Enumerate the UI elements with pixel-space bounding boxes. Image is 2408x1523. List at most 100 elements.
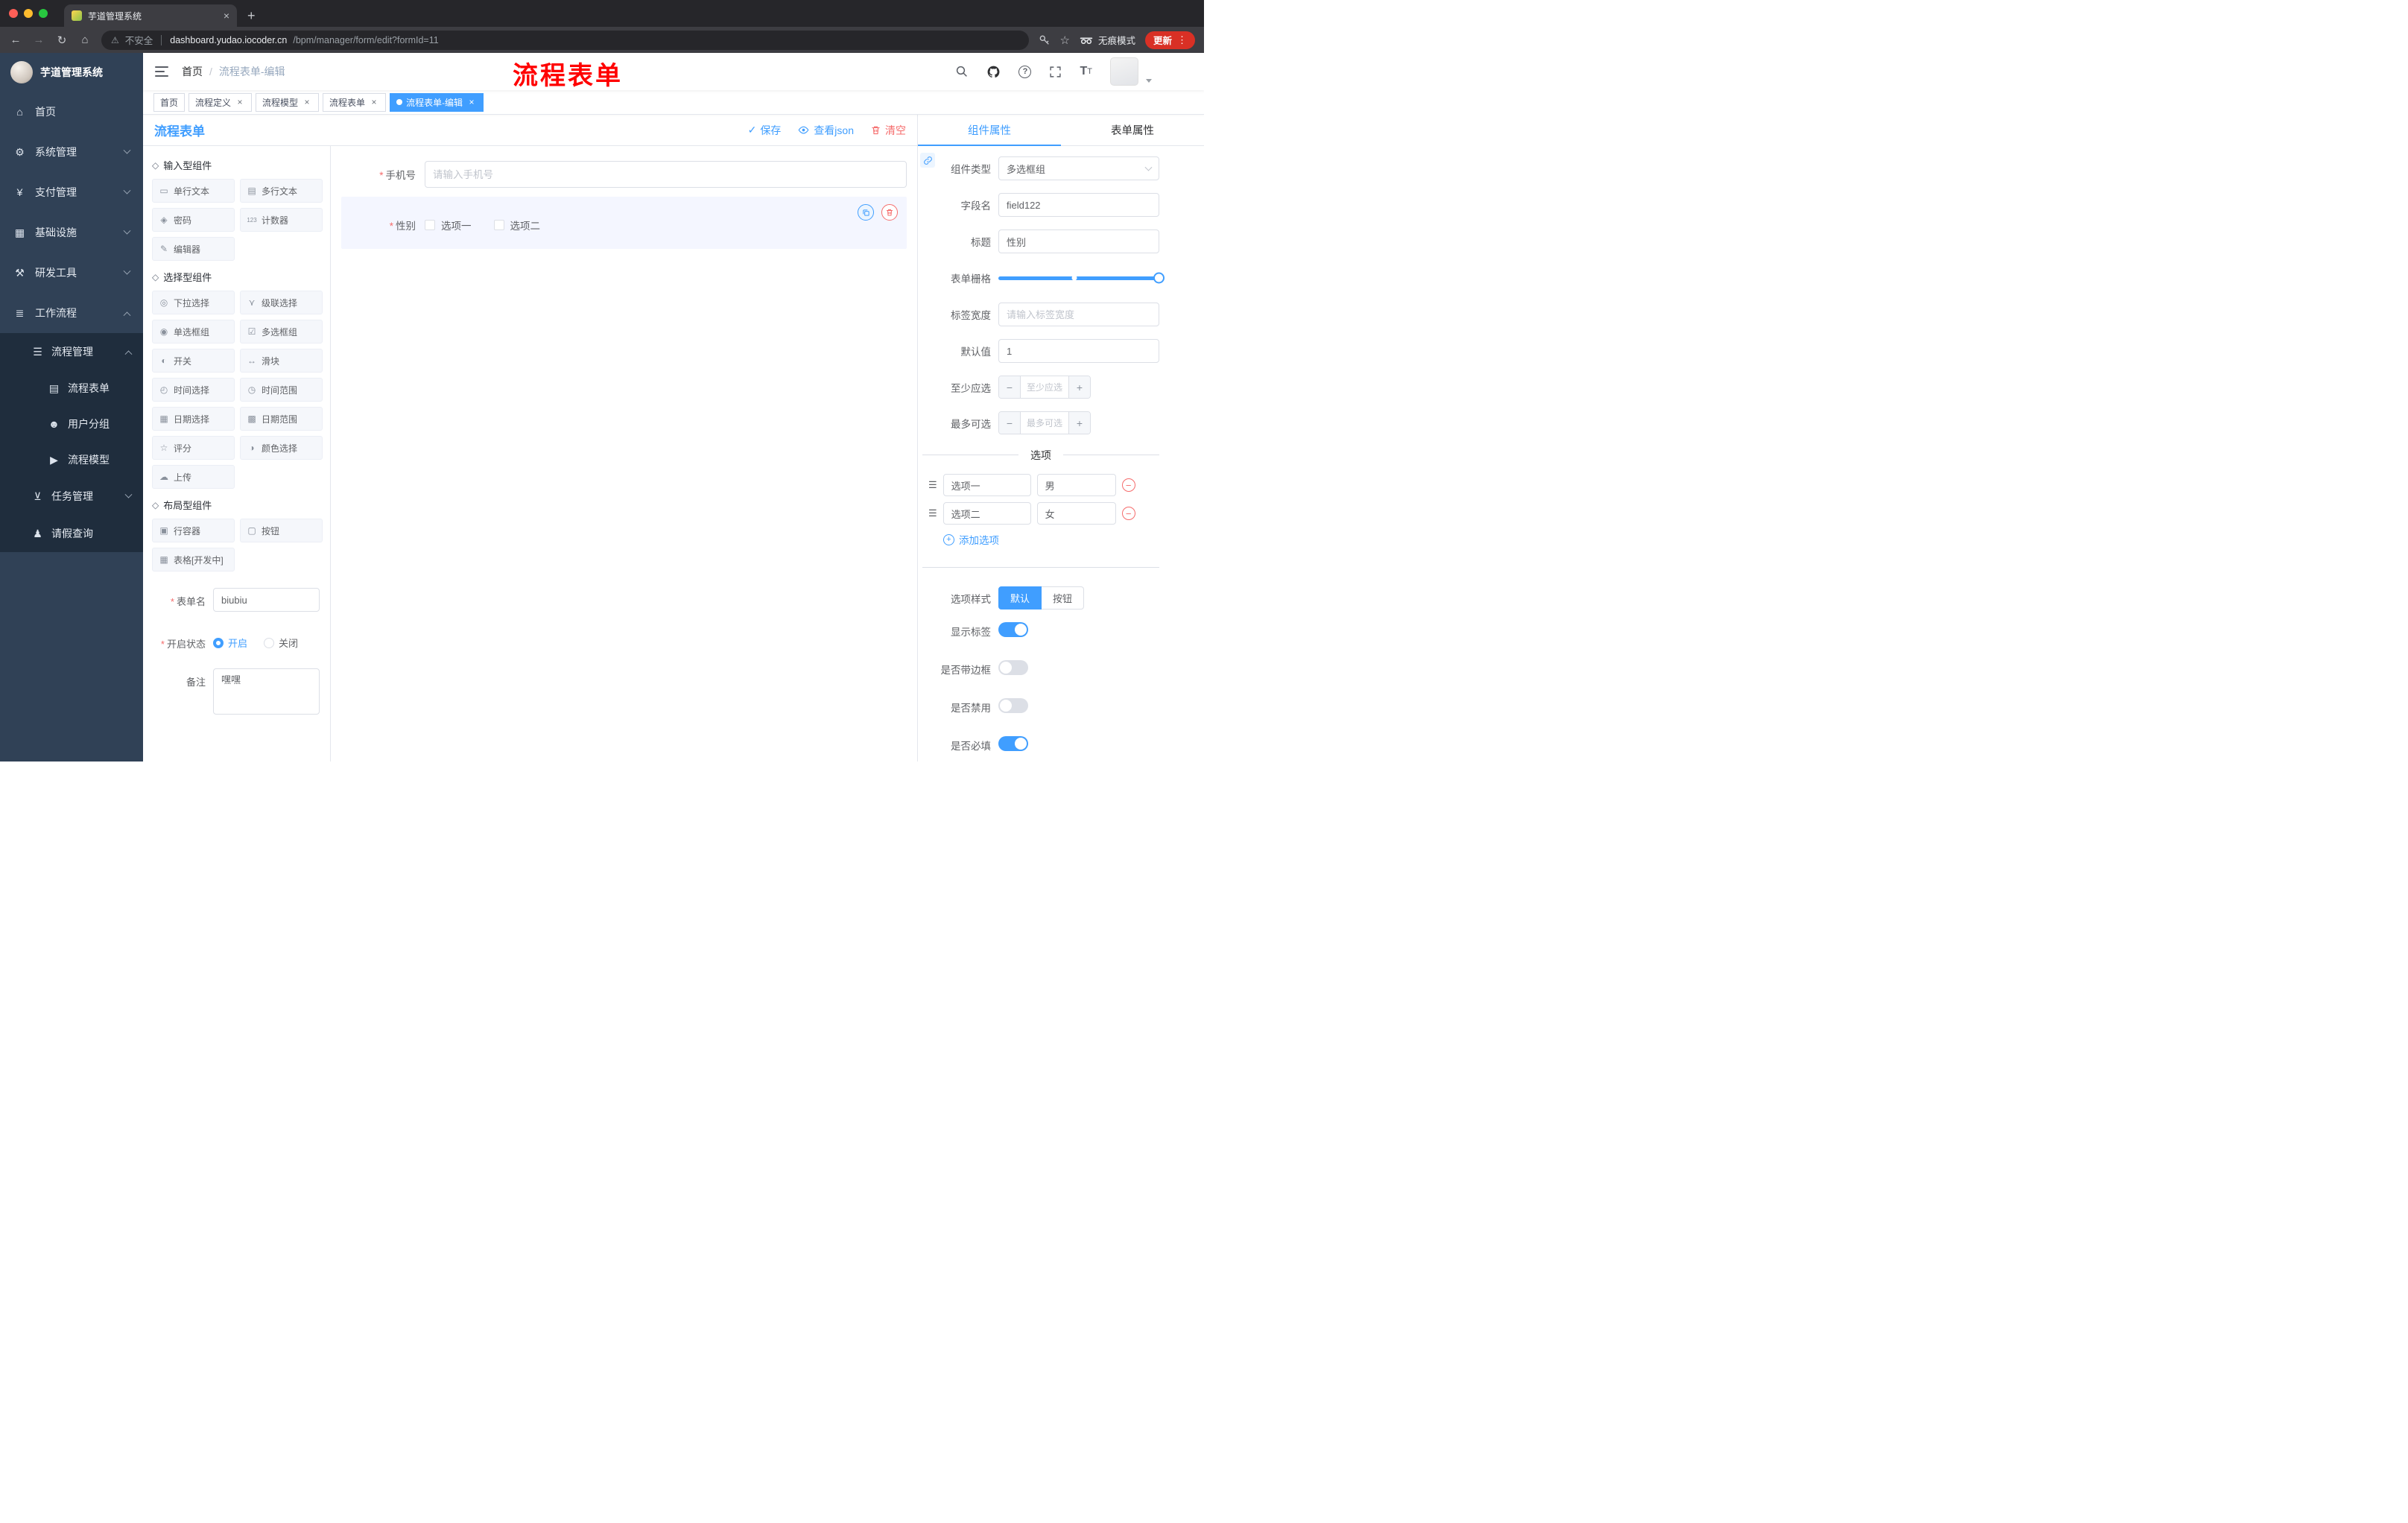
tab-form-props[interactable]: 表单属性 <box>1061 115 1204 145</box>
forward-icon[interactable]: → <box>32 34 45 46</box>
tag-process-model[interactable]: 流程模型 × <box>256 92 320 112</box>
sidebar-item-infra[interactable]: ▦ 基础设施 <box>0 212 143 253</box>
form-canvas[interactable]: 手机号 <box>331 146 917 762</box>
save-button[interactable]: ✓ 保存 <box>748 123 782 138</box>
sidebar-item-process-mgmt[interactable]: ☰ 流程管理 <box>0 333 143 370</box>
user-avatar[interactable] <box>1110 57 1138 86</box>
phone-input[interactable] <box>425 161 907 188</box>
border-toggle[interactable] <box>998 660 1028 675</box>
tag-close-icon[interactable]: × <box>466 97 477 107</box>
canvas-field-gender-selected[interactable]: 性别 选项一 选项二 <box>341 197 907 249</box>
canvas-field-phone[interactable]: 手机号 <box>341 161 907 188</box>
new-tab-button[interactable]: + <box>247 4 256 27</box>
option-value-input[interactable] <box>1036 502 1116 525</box>
palette-item-date-picker[interactable]: ▦ 日期选择 <box>152 407 235 431</box>
disabled-toggle[interactable] <box>998 698 1028 713</box>
kebab-menu-icon[interactable]: ⋮ <box>1177 34 1187 46</box>
palette-item-time-range[interactable]: ◷ 时间范围 <box>240 378 323 402</box>
bookmark-star-icon[interactable]: ☆ <box>1060 34 1070 47</box>
remove-option-button[interactable]: − <box>1121 507 1135 520</box>
breadcrumb-home[interactable]: 首页 <box>182 64 203 79</box>
sidebar-item-payment[interactable]: ¥ 支付管理 <box>0 172 143 212</box>
form-remark-textarea[interactable]: 嘿嘿 <box>213 668 320 715</box>
sidebar-item-leave-query[interactable]: ♟ 请假查询 <box>0 515 143 552</box>
help-icon[interactable]: ? <box>1018 65 1032 78</box>
delete-field-button[interactable] <box>881 204 898 221</box>
tab-component-props[interactable]: 组件属性 <box>918 115 1061 146</box>
drag-handle-icon[interactable]: ☰ <box>928 479 937 491</box>
palette-item-upload[interactable]: ☁ 上传 <box>152 465 235 489</box>
tag-close-icon[interactable]: × <box>369 97 379 107</box>
address-bar[interactable]: ⚠ 不安全 dashboard.yudao.iocoder.cn /bpm/ma… <box>101 30 1029 50</box>
status-radio-on[interactable]: 开启 <box>213 636 247 650</box>
sidebar-item-workflow[interactable]: ≣ 工作流程 <box>0 293 143 333</box>
gender-option1-checkbox[interactable]: 选项一 <box>425 218 472 232</box>
tag-process-form[interactable]: 流程表单 × <box>323 92 387 112</box>
option-name-input[interactable] <box>942 502 1031 525</box>
stepper-value[interactable]: 最多可选 <box>1021 412 1068 434</box>
back-icon[interactable]: ← <box>9 34 22 46</box>
palette-item-password[interactable]: ◈ 密码 <box>152 208 235 232</box>
browser-update-button[interactable]: 更新 ⋮ <box>1144 31 1195 49</box>
show-label-toggle[interactable] <box>998 622 1028 637</box>
form-grid-slider[interactable] <box>998 266 1165 290</box>
slider-handle[interactable] <box>1153 272 1165 284</box>
form-name-input[interactable] <box>213 588 320 612</box>
palette-item-time-picker[interactable]: ◴ 时间选择 <box>152 378 235 402</box>
sidebar-toggle-icon[interactable] <box>155 66 168 77</box>
password-key-icon[interactable] <box>1039 34 1051 46</box>
slider-track[interactable] <box>998 272 1165 284</box>
stepper-minus-button[interactable]: − <box>999 376 1021 398</box>
palette-item-radio-group[interactable]: ◉ 单选框组 <box>152 320 235 343</box>
window-close-button[interactable] <box>9 9 18 18</box>
palette-item-table[interactable]: ▦ 表格[开发中] <box>152 548 235 571</box>
browser-tab[interactable]: 芋道管理系统 × <box>64 4 237 27</box>
sidebar-item-task-mgmt[interactable]: ⊻ 任务管理 <box>0 478 143 515</box>
status-radio-off[interactable]: 关闭 <box>264 636 298 650</box>
palette-item-single-line-text[interactable]: ▭ 单行文本 <box>152 179 235 203</box>
palette-item-button[interactable]: ▢ 按钮 <box>240 519 323 542</box>
title-input[interactable] <box>998 229 1159 253</box>
home-icon[interactable]: ⌂ <box>78 34 92 46</box>
palette-item-slider[interactable]: ↔ 滑块 <box>240 349 323 373</box>
fullscreen-icon[interactable] <box>1049 66 1062 78</box>
tab-close-icon[interactable]: × <box>224 10 229 22</box>
copy-field-button[interactable] <box>858 204 874 221</box>
default-value-input[interactable] <box>998 339 1159 363</box>
tag-close-icon[interactable]: × <box>302 97 312 107</box>
tag-process-form-edit[interactable]: 流程表单-编辑 × <box>390 92 484 112</box>
palette-item-dropdown[interactable]: ◎ 下拉选择 <box>152 291 235 314</box>
view-json-button[interactable]: 查看json <box>797 123 854 138</box>
clear-button[interactable]: 清空 <box>870 123 906 138</box>
palette-item-color-picker[interactable]: ◑ 颜色选择 <box>240 436 323 460</box>
sidebar-item-process-form[interactable]: ▤ 流程表单 <box>0 370 143 406</box>
stepper-minus-button[interactable]: − <box>999 412 1021 434</box>
stepper-plus-button[interactable]: + <box>1068 412 1090 434</box>
add-option-button[interactable]: + 添加选项 <box>943 532 1159 547</box>
palette-item-rate[interactable]: ☆ 评分 <box>152 436 235 460</box>
tag-process-definition[interactable]: 流程定义 × <box>188 92 253 112</box>
palette-item-switch[interactable]: ◐ 开关 <box>152 349 235 373</box>
sidebar-item-process-model[interactable]: ▶ 流程模型 <box>0 442 143 478</box>
tag-close-icon[interactable]: × <box>235 97 245 107</box>
sidebar-item-home[interactable]: ⌂ 首页 <box>0 92 143 132</box>
search-icon[interactable] <box>955 65 969 78</box>
field-name-input[interactable] <box>998 193 1159 217</box>
stepper-value[interactable]: 至少应选 <box>1021 376 1068 398</box>
component-link-icon[interactable] <box>920 153 935 168</box>
window-maximize-button[interactable] <box>39 9 48 18</box>
font-size-icon[interactable]: TT <box>1080 65 1092 78</box>
sidebar-item-system[interactable]: ⚙ 系统管理 <box>0 132 143 172</box>
required-toggle[interactable] <box>998 736 1028 751</box>
palette-item-counter[interactable]: 123 计数器 <box>240 208 323 232</box>
gender-option2-checkbox[interactable]: 选项二 <box>493 218 540 232</box>
stepper-plus-button[interactable]: + <box>1068 376 1090 398</box>
palette-item-editor[interactable]: ✎ 编辑器 <box>152 237 235 261</box>
option-value-input[interactable] <box>1036 474 1116 496</box>
palette-item-row-container[interactable]: ▣ 行容器 <box>152 519 235 542</box>
palette-item-date-range[interactable]: ▩ 日期范围 <box>240 407 323 431</box>
component-type-select[interactable]: 多选框组 <box>998 156 1159 180</box>
palette-item-multi-line-text[interactable]: ▤ 多行文本 <box>240 179 323 203</box>
sidebar-item-devtools[interactable]: ⚒ 研发工具 <box>0 253 143 293</box>
label-width-input[interactable] <box>998 303 1159 326</box>
